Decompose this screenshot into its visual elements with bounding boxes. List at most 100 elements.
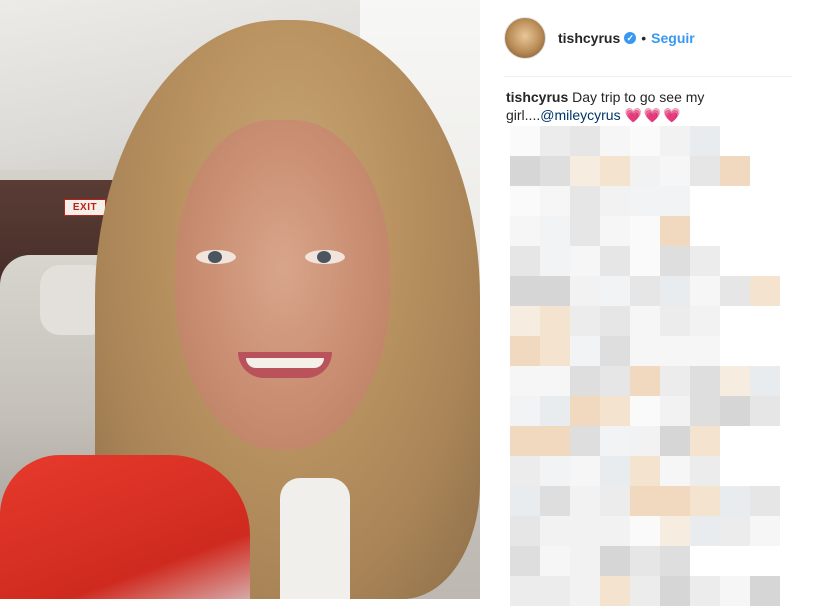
mosaic-pixel [630,546,660,576]
mosaic-pixel [510,336,540,366]
post-sidebar: tishcyrus ✓ • Seguir tishcyrus Day trip … [480,0,815,606]
pixelated-comments [510,126,810,606]
mosaic-pixel [540,426,570,456]
mosaic-pixel [540,546,570,576]
mosaic-pixel [600,156,630,186]
mosaic-pixel [630,366,660,396]
mosaic-pixel [690,396,720,426]
mosaic-pixel [660,426,690,456]
mosaic-pixel [570,366,600,396]
mosaic-pixel [690,426,720,456]
mosaic-pixel [570,126,600,156]
mosaic-pixel [540,396,570,426]
mosaic-pixel [660,486,690,516]
post-photo[interactable]: EXIT [0,0,480,599]
mosaic-pixel [630,516,660,546]
mosaic-pixel [600,426,630,456]
mosaic-pixel [630,396,660,426]
mosaic-pixel [660,456,690,486]
mosaic-pixel [600,246,630,276]
mosaic-pixel [510,396,540,426]
mosaic-pixel [690,246,720,276]
mosaic-pixel [750,396,780,426]
mosaic-pixel [660,126,690,156]
avatar[interactable] [504,17,546,59]
username-link[interactable]: tishcyrus [558,30,620,46]
mosaic-pixel [510,426,540,456]
mosaic-pixel [690,516,720,546]
post-caption: tishcyrus Day trip to go see my girl....… [506,88,796,124]
mosaic-pixel [600,546,630,576]
mosaic-pixel [750,486,780,516]
mosaic-pixel [720,396,750,426]
mosaic-pixel [660,366,690,396]
mosaic-pixel [690,486,720,516]
separator-dot: • [641,30,647,46]
smile [238,352,332,378]
post-header: tishcyrus ✓ • Seguir [504,17,695,59]
mosaic-pixel [660,246,690,276]
mosaic-pixel [510,156,540,186]
mosaic-pixel [690,366,720,396]
face [175,120,390,450]
mosaic-pixel [540,336,570,366]
mosaic-pixel [540,456,570,486]
mosaic-pixel [570,426,600,456]
mosaic-pixel [540,306,570,336]
caption-username[interactable]: tishcyrus [506,89,568,105]
mosaic-pixel [600,486,630,516]
mosaic-pixel [690,456,720,486]
mosaic-pixel [630,246,660,276]
mosaic-pixel [600,576,630,606]
mosaic-pixel [570,216,600,246]
right-eye [305,250,345,264]
mosaic-pixel [660,516,690,546]
mosaic-pixel [690,336,720,366]
mosaic-pixel [720,156,750,186]
mosaic-pixel [570,186,600,216]
mosaic-pixel [540,246,570,276]
mosaic-pixel [600,276,630,306]
mosaic-pixel [510,366,540,396]
mosaic-pixel [600,306,630,336]
mosaic-pixel [720,516,750,546]
mosaic-pixel [540,576,570,606]
divider [504,76,792,77]
white-shirt [280,478,350,599]
mosaic-pixel [510,546,540,576]
mosaic-pixel [540,276,570,306]
mosaic-pixel [570,246,600,276]
mosaic-pixel [750,516,780,546]
follow-button[interactable]: Seguir [651,30,695,46]
mosaic-pixel [720,366,750,396]
mosaic-pixel [660,216,690,246]
mosaic-pixel [750,276,780,306]
mosaic-pixel [540,186,570,216]
mosaic-pixel [660,156,690,186]
mention-link[interactable]: @mileycyrus [540,107,620,123]
mosaic-pixel [510,276,540,306]
mosaic-pixel [630,216,660,246]
mosaic-pixel [570,396,600,426]
mosaic-pixel [540,516,570,546]
mosaic-pixel [630,276,660,306]
mosaic-pixel [570,156,600,186]
mosaic-pixel [630,486,660,516]
mosaic-pixel [510,186,540,216]
mosaic-pixel [630,456,660,486]
mosaic-pixel [510,486,540,516]
mosaic-pixel [600,216,630,246]
mosaic-pixel [570,336,600,366]
mosaic-pixel [600,516,630,546]
mosaic-pixel [660,306,690,336]
heart-emojis: 💗💗💗 [624,107,683,123]
mosaic-pixel [510,516,540,546]
red-jacket [0,455,250,599]
mosaic-pixel [630,336,660,366]
mosaic-pixel [630,156,660,186]
mosaic-pixel [510,216,540,246]
mosaic-pixel [510,246,540,276]
mosaic-pixel [750,576,780,606]
mosaic-pixel [690,576,720,606]
mosaic-pixel [600,396,630,426]
